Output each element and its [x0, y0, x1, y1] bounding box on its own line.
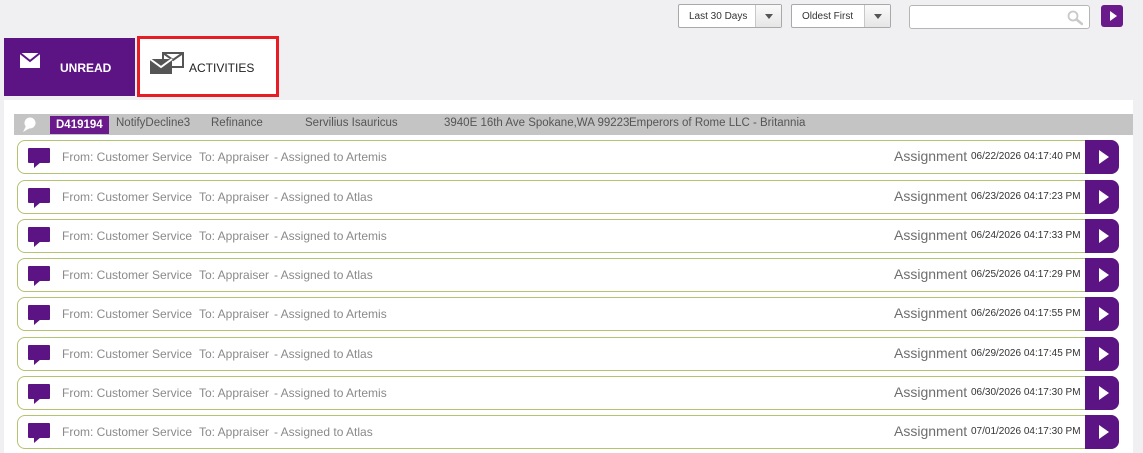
- activity-to: To: Appraiser: [199, 229, 270, 243]
- sort-order-value: Oldest First: [802, 10, 854, 22]
- activity-to: To: Appraiser: [199, 268, 270, 282]
- chevron-down-icon[interactable]: [864, 5, 890, 27]
- activity-from: From: Customer Service: [62, 268, 193, 282]
- order-address: 3940E 16th Ave Spokane,WA 99223: [444, 117, 630, 129]
- tab-unread[interactable]: UNREAD: [4, 38, 135, 96]
- activity-date: 06/29/2026 04:17:45 PM: [971, 348, 1081, 359]
- envelopes-icon: [149, 52, 184, 74]
- open-activity-button[interactable]: [1085, 415, 1119, 449]
- message-icon: [28, 188, 50, 208]
- activity-from: From: Customer Service: [62, 190, 193, 204]
- activity-from: From: Customer Service: [62, 229, 193, 243]
- activity-date: 06/25/2026 04:17:29 PM: [971, 269, 1081, 280]
- order-summary-bar: D419194 NotifyDecline3 Refinance Servili…: [14, 114, 1133, 135]
- message-icon: [28, 305, 50, 325]
- message-icon: [28, 148, 50, 168]
- message-icon: [28, 423, 50, 443]
- activity-row[interactable]: From: Customer Service To: Appraiser - Ass…: [17, 219, 1119, 253]
- activity-from: From: Customer Service: [62, 425, 193, 439]
- order-borrower: Servilius Isauricus: [305, 117, 398, 129]
- activity-row[interactable]: From: Customer Service To: Appraiser - Ass…: [17, 376, 1119, 410]
- activity-note: - Assigned to Artemis: [274, 229, 387, 243]
- open-activity-button[interactable]: [1085, 297, 1119, 331]
- activity-note: - Assigned to Artemis: [274, 307, 387, 321]
- order-id-badge[interactable]: D419194: [50, 116, 109, 134]
- activity-to: To: Appraiser: [199, 347, 270, 361]
- activity-note: - Assigned to Atlas: [274, 347, 373, 361]
- date-range-select[interactable]: Last 30 Days: [678, 4, 782, 28]
- activity-type: Assignment: [894, 423, 968, 439]
- filter-toolbar: Last 30 Days Oldest First: [0, 4, 1143, 30]
- activity-date: 06/24/2026 04:17:33 PM: [971, 230, 1081, 241]
- activity-to: To: Appraiser: [199, 190, 270, 204]
- search-box: [909, 5, 1090, 29]
- search-go-button[interactable]: [1101, 5, 1123, 27]
- activity-note: - Assigned to Atlas: [274, 425, 373, 439]
- activity-row[interactable]: From: Customer Service To: Appraiser - Ass…: [17, 337, 1119, 371]
- envelope-icon: [19, 52, 41, 68]
- activity-to: To: Appraiser: [199, 425, 270, 439]
- tab-activities[interactable]: ACTIVITIES: [137, 36, 279, 97]
- open-activity-button[interactable]: [1085, 258, 1119, 292]
- message-icon: [28, 345, 50, 365]
- activity-note: - Assigned to Artemis: [274, 386, 387, 400]
- search-icon[interactable]: [1067, 10, 1083, 26]
- activities-panel: D419194 NotifyDecline3 Refinance Servili…: [4, 100, 1133, 453]
- activity-type: Assignment: [894, 148, 968, 164]
- activity-date: 06/23/2026 04:17:23 PM: [971, 191, 1081, 202]
- activity-date: 06/26/2026 04:17:55 PM: [971, 308, 1081, 319]
- open-activity-button[interactable]: [1085, 219, 1119, 253]
- message-icon: [28, 266, 50, 286]
- activity-to: To: Appraiser: [199, 307, 270, 321]
- open-activity-button[interactable]: [1085, 140, 1119, 174]
- activity-type: Assignment: [894, 188, 968, 204]
- activity-from: From: Customer Service: [62, 347, 193, 361]
- activity-to: To: Appraiser: [199, 386, 270, 400]
- activity-to: To: Appraiser: [199, 150, 270, 164]
- activity-note: - Assigned to Atlas: [274, 268, 373, 282]
- open-activity-button[interactable]: [1085, 376, 1119, 410]
- activity-date: 06/22/2026 04:17:40 PM: [971, 151, 1081, 162]
- activity-from: From: Customer Service: [62, 150, 193, 164]
- activity-row[interactable]: From: Customer Service To: Appraiser - Ass…: [17, 297, 1119, 331]
- date-range-value: Last 30 Days: [689, 10, 748, 22]
- tab-unread-label: UNREAD: [60, 61, 112, 75]
- order-status: NotifyDecline3: [116, 117, 191, 129]
- activity-date: 06/30/2026 04:17:30 PM: [971, 387, 1081, 398]
- message-icon: [28, 384, 50, 404]
- activity-type: Assignment: [894, 305, 968, 321]
- activity-type: Assignment: [894, 384, 968, 400]
- search-input[interactable]: [914, 7, 1064, 27]
- activity-type: Assignment: [894, 345, 968, 361]
- comment-pin-icon: [23, 117, 36, 132]
- activity-row[interactable]: From: Customer Service To: Appraiser - Ass…: [17, 258, 1119, 292]
- activity-row[interactable]: From: Customer Service To: Appraiser - Ass…: [17, 140, 1119, 174]
- open-activity-button[interactable]: [1085, 337, 1119, 371]
- sort-order-select[interactable]: Oldest First: [791, 4, 891, 28]
- activity-row[interactable]: From: Customer Service To: Appraiser - Ass…: [17, 415, 1119, 449]
- activity-row[interactable]: From: Customer Service To: Appraiser - Ass…: [17, 180, 1119, 214]
- activity-type: Assignment: [894, 227, 968, 243]
- message-icon: [28, 227, 50, 247]
- open-activity-button[interactable]: [1085, 180, 1119, 214]
- order-loan-type: Refinance: [211, 117, 263, 129]
- order-client: Emperors of Rome LLC - Britannia: [629, 117, 806, 129]
- activity-type: Assignment: [894, 266, 968, 282]
- activity-note: - Assigned to Artemis: [274, 150, 387, 164]
- chevron-down-icon[interactable]: [755, 5, 781, 27]
- activity-from: From: Customer Service: [62, 386, 193, 400]
- activity-from: From: Customer Service: [62, 307, 193, 321]
- activity-note: - Assigned to Atlas: [274, 190, 373, 204]
- tab-activities-label: ACTIVITIES: [189, 61, 255, 75]
- activity-date: 07/01/2026 04:17:30 PM: [971, 426, 1081, 437]
